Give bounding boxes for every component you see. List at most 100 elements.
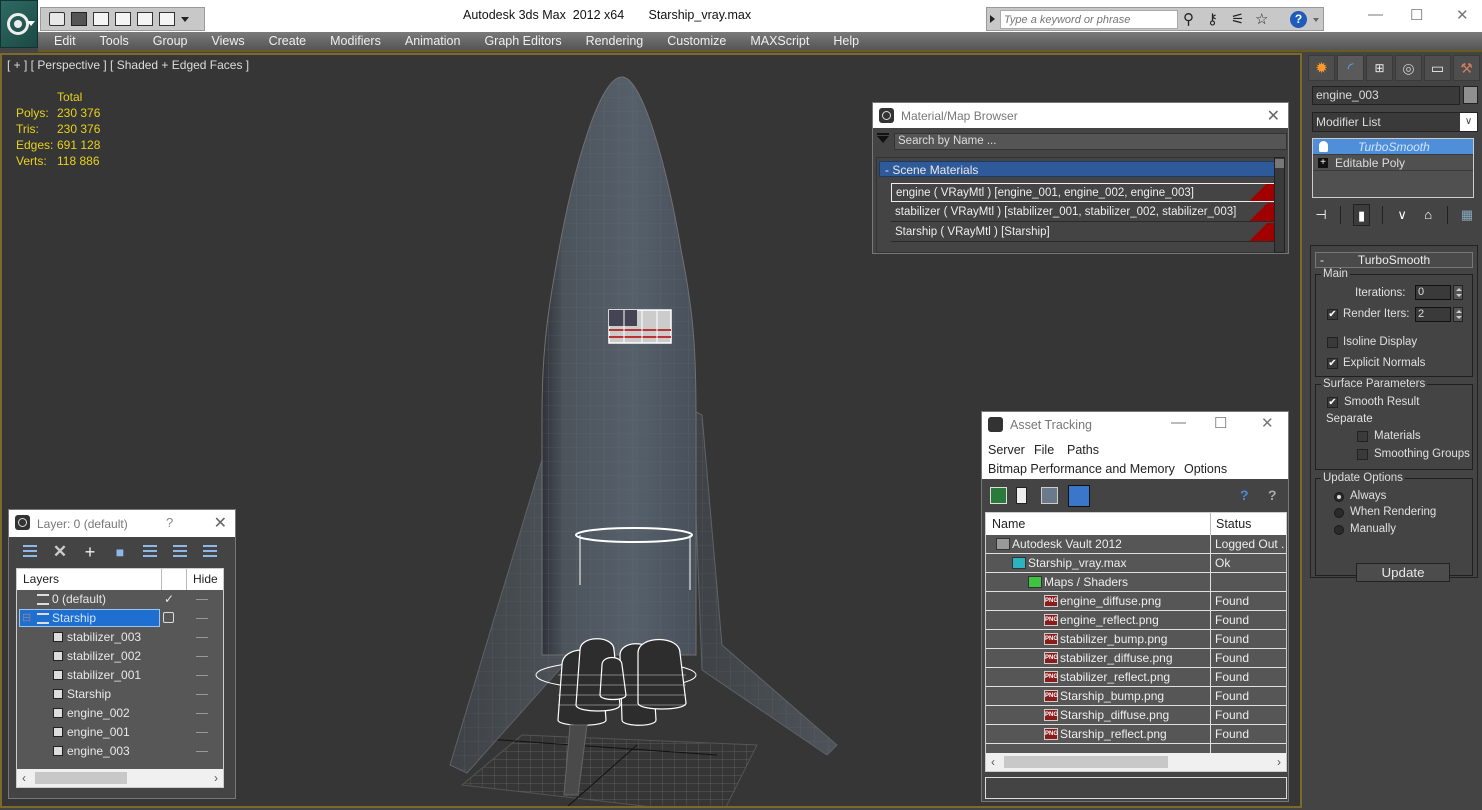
column-status[interactable]: Status xyxy=(1216,513,1251,535)
explicit-normals-checkbox[interactable]: ✔ xyxy=(1327,358,1338,369)
help-icon[interactable]: ? xyxy=(1268,487,1285,504)
remove-modifier-icon[interactable]: ⌂ xyxy=(1421,206,1435,224)
help-icon[interactable]: ? xyxy=(1290,11,1307,28)
hide-unhide-all-icon[interactable] xyxy=(202,544,218,560)
menu-customize[interactable]: Customize xyxy=(655,32,738,50)
asset-path-field[interactable] xyxy=(985,777,1287,799)
menu-animation[interactable]: Animation xyxy=(393,32,473,50)
iterations-input[interactable]: 0 xyxy=(1415,285,1451,300)
material-item-engine[interactable]: engine ( VRayMtl ) [engine_001, engine_0… xyxy=(891,183,1275,202)
horizontal-scrollbar[interactable]: ‹ › xyxy=(17,769,223,787)
asset-row[interactable]: PNG stabilizer_bump.png Found xyxy=(986,630,1286,649)
hide-toggle[interactable] xyxy=(196,675,208,676)
browser-options-icon[interactable] xyxy=(877,133,889,143)
iterations-spinner[interactable] xyxy=(1453,285,1463,300)
maximize-button[interactable]: ☐ xyxy=(1214,414,1227,432)
materials-checkbox[interactable] xyxy=(1357,431,1368,442)
minimize-button[interactable]: — xyxy=(1368,6,1383,23)
scrollbar-thumb[interactable] xyxy=(35,772,127,784)
scene-materials-group-header[interactable]: - Scene Materials xyxy=(879,161,1282,177)
vertical-scrollbar[interactable] xyxy=(1274,157,1285,253)
column-divider[interactable] xyxy=(1210,513,1211,535)
menu-server[interactable]: Server xyxy=(988,443,1025,457)
table-view-icon[interactable] xyxy=(1068,485,1090,507)
undo-icon[interactable] xyxy=(93,12,109,26)
hide-toggle[interactable] xyxy=(196,637,208,638)
show-end-result-icon[interactable]: ▮ xyxy=(1352,204,1371,226)
render-iters-checkbox[interactable]: ✔ xyxy=(1327,309,1338,320)
column-layers[interactable]: Layers xyxy=(17,569,162,590)
asset-row[interactable]: PNG Starship_diffuse.png Found xyxy=(986,706,1286,725)
dialog-titlebar[interactable]: Material/Map Browser ✕ xyxy=(873,103,1288,128)
hold-icon[interactable] xyxy=(115,12,131,26)
horizontal-scrollbar[interactable]: ‹ › xyxy=(986,753,1286,771)
menu-file[interactable]: File xyxy=(1034,443,1054,457)
isoline-display-checkbox[interactable] xyxy=(1327,337,1338,348)
expand-plus-icon[interactable]: + xyxy=(1318,158,1328,168)
asset-row[interactable]: Autodesk Vault 2012 Logged Out . xyxy=(986,535,1286,554)
update-button[interactable]: Update xyxy=(1356,563,1450,582)
object-row[interactable]: stabilizer_001 xyxy=(17,666,223,685)
save-file-icon[interactable] xyxy=(71,12,87,26)
search-by-name-input[interactable]: Search by Name ... xyxy=(894,133,1287,150)
favorites-star-icon[interactable]: ☆ xyxy=(1255,10,1268,28)
menu-bitmap-performance[interactable]: Bitmap Performance and Memory xyxy=(988,462,1175,476)
radio-always[interactable] xyxy=(1334,492,1344,502)
object-row[interactable]: stabilizer_002 xyxy=(17,647,223,666)
menu-views[interactable]: Views xyxy=(199,32,256,50)
asset-row[interactable]: PNG Starship_bump.png Found xyxy=(986,687,1286,706)
hide-toggle[interactable] xyxy=(196,694,208,695)
rollout-header[interactable]: - TurboSmooth xyxy=(1315,252,1473,268)
scroll-left-icon[interactable]: ‹ xyxy=(22,769,26,787)
menu-maxscript[interactable]: MAXScript xyxy=(738,32,821,50)
asset-row[interactable]: PNG stabilizer_reflect.png Found xyxy=(986,668,1286,687)
menu-edit[interactable]: Edit xyxy=(38,32,88,50)
menu-group[interactable]: Group xyxy=(141,32,200,50)
select-layer-icon[interactable] xyxy=(142,544,158,560)
column-hide[interactable]: Hide xyxy=(187,569,218,590)
binoculars-icon[interactable]: ⚲ xyxy=(1183,10,1194,28)
menu-rendering[interactable]: Rendering xyxy=(574,32,656,50)
open-file-icon[interactable] xyxy=(49,12,65,26)
modifier-list-dropdown[interactable]: Modifier List ∨ xyxy=(1312,112,1478,132)
stack-item-editable-poly[interactable]: + Editable Poly xyxy=(1313,155,1473,171)
create-layer-icon[interactable] xyxy=(22,544,38,560)
key-icon[interactable]: ⚷ xyxy=(1207,10,1218,28)
hide-toggle[interactable] xyxy=(196,713,208,714)
menu-graph-editors[interactable]: Graph Editors xyxy=(472,32,573,50)
close-button[interactable]: ✕ xyxy=(1261,414,1274,432)
hide-toggle[interactable] xyxy=(196,618,208,619)
lightbulb-icon[interactable] xyxy=(1319,141,1328,152)
current-layer-check-icon[interactable]: ✓ xyxy=(164,590,174,609)
menu-modifiers[interactable]: Modifiers xyxy=(318,32,393,50)
new-scene-icon[interactable] xyxy=(137,12,153,26)
minimize-button[interactable]: — xyxy=(1171,414,1186,431)
asset-row[interactable]: PNG engine_diffuse.png Found xyxy=(986,592,1286,611)
close-button[interactable]: ✕ xyxy=(1267,106,1280,126)
render-iters-spinner[interactable] xyxy=(1453,307,1463,322)
material-item-stabilizer[interactable]: stabilizer ( VRayMtl ) [stabilizer_001, … xyxy=(891,203,1275,222)
satellite-icon[interactable]: ⚟ xyxy=(1231,10,1244,28)
dialog-titlebar[interactable]: Layer: 0 (default) ? ✕ xyxy=(9,510,235,537)
project-folder-icon[interactable] xyxy=(159,12,175,26)
set-current-layer-icon[interactable] xyxy=(172,544,188,560)
stack-item-turbosmooth[interactable]: TurboSmooth xyxy=(1313,139,1473,155)
radio-manually[interactable] xyxy=(1334,525,1344,535)
set-current-checkbox[interactable] xyxy=(163,612,174,623)
hide-toggle[interactable] xyxy=(196,656,208,657)
menu-tools[interactable]: Tools xyxy=(88,32,141,50)
asset-row[interactable]: PNG engine_reflect.png Found xyxy=(986,611,1286,630)
material-item-starship[interactable]: Starship ( VRayMtl ) [Starship] xyxy=(891,223,1275,242)
customize-toolbar-dropdown-icon[interactable] xyxy=(181,16,189,22)
radio-when-rendering[interactable] xyxy=(1334,508,1344,518)
hide-toggle[interactable] xyxy=(196,732,208,733)
smooth-result-checkbox[interactable]: ✔ xyxy=(1327,397,1338,408)
object-color-swatch[interactable] xyxy=(1463,86,1478,104)
help-dropdown-icon[interactable] xyxy=(1313,18,1319,22)
hide-toggle[interactable] xyxy=(196,599,208,600)
refresh-icon[interactable] xyxy=(990,487,1007,504)
menu-options[interactable]: Options xyxy=(1184,462,1227,476)
make-unique-icon[interactable]: ∨ xyxy=(1395,206,1409,224)
object-row[interactable]: engine_002 xyxy=(17,704,223,723)
collapse-icon[interactable]: ⊟ xyxy=(22,609,31,628)
